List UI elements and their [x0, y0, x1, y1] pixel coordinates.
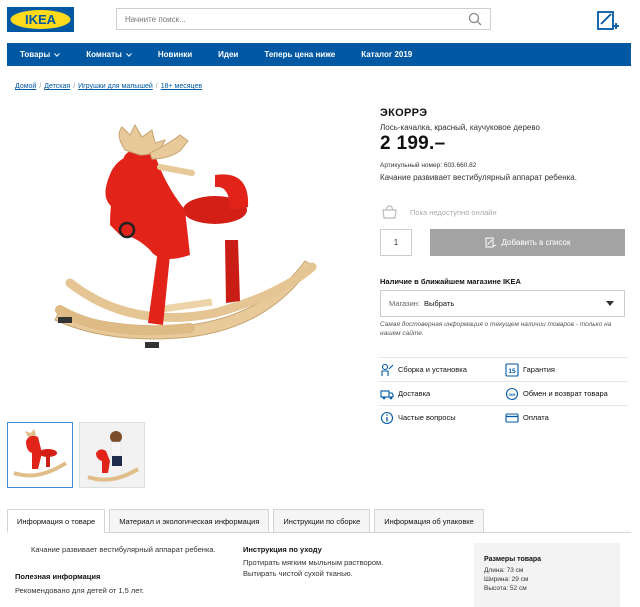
thumbnail-1[interactable]	[7, 422, 73, 488]
article-number: Артикульный номер: 603.660.82	[380, 162, 477, 169]
product-subtitle: Лось-качалка, красный, каучуковое дерево	[380, 123, 540, 132]
service-delivery[interactable]: Доставка	[378, 382, 503, 405]
search-icon[interactable]	[468, 12, 482, 26]
nav-item-products[interactable]: Товары	[7, 50, 73, 59]
product-dimensions: Размеры товара Длина: 73 см Ширина: 29 с…	[474, 543, 620, 607]
nav-item-rooms[interactable]: Комнаты	[73, 50, 145, 59]
breadcrumb-toys[interactable]: Игрушки для малышей	[78, 83, 153, 90]
add-to-list-button[interactable]: Добавить в список	[430, 229, 625, 256]
product-description: Качание развивает вестибулярный аппарат …	[31, 545, 216, 554]
store-availability-heading: Наличие в ближайшем магазине IKEA	[380, 277, 521, 286]
product-tabs: Информация о товаре Материал и экологиче…	[7, 509, 484, 533]
store-note: Самая достоверная информация о текущем н…	[380, 321, 612, 337]
svg-text:15: 15	[508, 368, 516, 375]
nav-item-label: Идеи	[218, 50, 239, 59]
tab-assembly-instructions[interactable]: Инструкции по сборке	[273, 509, 371, 533]
nav-item-label: Новинки	[157, 50, 193, 59]
nav-item-catalog[interactable]: Каталог 2019	[348, 50, 425, 59]
breadcrumb: Домой / Детская / Игрушки для малышей / …	[15, 83, 202, 90]
breadcrumb-separator: /	[155, 83, 158, 90]
breadcrumb-home[interactable]: Домой	[15, 83, 36, 90]
add-to-list-label: Добавить в список	[501, 238, 571, 247]
store-select-label: Магазин:	[389, 299, 421, 308]
service-label: Частые вопросы	[398, 413, 456, 422]
main-nav: Товары Комнаты Новинки Идеи Теперь цена …	[7, 43, 631, 66]
service-payment[interactable]: Оплата	[503, 406, 628, 429]
thumbnail-2[interactable]	[79, 422, 145, 488]
svg-text:IKEA: IKEA	[25, 12, 57, 27]
services-row: Сборка и установка 15 Гарантия	[378, 357, 628, 381]
dimension-height: Высота: 52 см	[484, 585, 527, 592]
service-label: Доставка	[398, 389, 431, 398]
breadcrumb-age[interactable]: 18+ месяцев	[161, 83, 202, 90]
breadcrumb-separator: /	[39, 83, 42, 90]
breadcrumb-kids[interactable]: Детская	[44, 83, 70, 90]
useful-info-heading: Полезная информация	[15, 572, 101, 581]
store-select-value: Выбрать	[424, 299, 455, 308]
ikea-logo[interactable]: IKEA	[7, 7, 74, 32]
tab-product-info[interactable]: Информация о товаре	[7, 509, 106, 533]
product-image[interactable]	[40, 115, 330, 365]
service-warranty[interactable]: 15 Гарантия	[503, 358, 628, 381]
product-short-description: Качание развивает вестибулярный аппарат …	[380, 173, 577, 182]
service-label: Оплата	[523, 413, 549, 422]
truck-icon	[380, 389, 394, 399]
quantity-input[interactable]: 1	[380, 229, 412, 256]
care-instruction-line: Протирать мягким мыльным раствором.	[243, 558, 384, 567]
services-grid: Сборка и установка 15 Гарантия Доставка …	[378, 357, 628, 429]
warranty-icon: 15	[505, 362, 519, 377]
service-faq[interactable]: Частые вопросы	[378, 406, 503, 429]
service-label: Сборка и установка	[398, 365, 467, 374]
dimension-length: Длина: 73 см	[484, 567, 524, 574]
assembly-icon	[381, 363, 394, 376]
store-select[interactable]: Магазин: Выбрать	[380, 290, 625, 317]
care-instructions-heading: Инструкция по уходу	[243, 545, 322, 554]
chevron-down-icon	[54, 52, 61, 57]
product-name: ЭКОРРЭ	[380, 107, 428, 119]
site-header: IKEA	[0, 0, 640, 40]
services-row: Доставка 365 Обмен и возврат товара	[378, 381, 628, 405]
online-status-text: Пока недоступно онлайн	[410, 207, 497, 217]
nav-item-label: Теперь цена ниже	[264, 50, 336, 59]
service-label: Гарантия	[523, 365, 555, 374]
thumbnail-child-image	[80, 423, 144, 487]
product-price: 2 199.–	[380, 133, 446, 154]
service-returns[interactable]: 365 Обмен и возврат товара	[503, 382, 628, 405]
chevron-down-icon	[126, 52, 132, 57]
dimensions-heading: Размеры товара	[484, 556, 542, 563]
return-icon: 365	[505, 387, 519, 400]
shopping-bag-icon	[382, 205, 397, 219]
service-label: Обмен и возврат товара	[523, 389, 608, 398]
service-assembly[interactable]: Сборка и установка	[378, 358, 503, 381]
svg-text:365: 365	[509, 392, 516, 397]
info-icon	[380, 411, 394, 424]
card-icon	[505, 412, 519, 423]
tab-materials[interactable]: Материал и экологическая информация	[109, 509, 270, 533]
search-box[interactable]	[116, 8, 491, 30]
useful-info-text: Рекомендовано для детей от 1,5 лет.	[15, 586, 144, 595]
add-to-list-icon	[485, 237, 496, 248]
online-availability: Пока недоступно онлайн	[381, 205, 497, 219]
nav-item-label: Комнаты	[86, 50, 122, 59]
breadcrumb-separator: /	[73, 83, 76, 90]
nav-item-lower-price[interactable]: Теперь цена ниже	[251, 50, 348, 59]
dropdown-arrow-icon	[606, 301, 614, 306]
thumbnail-moose-image	[13, 429, 68, 478]
nav-item-new[interactable]: Новинки	[145, 50, 205, 59]
services-row: Частые вопросы Оплата	[378, 405, 628, 429]
nav-item-label: Каталог 2019	[361, 50, 413, 59]
care-instruction-line: Вытирать чистой сухой тканью.	[243, 569, 353, 578]
shopping-list-icon[interactable]	[596, 9, 620, 33]
tab-packaging[interactable]: Информация об упаковке	[374, 509, 484, 533]
nav-item-label: Товары	[20, 50, 51, 59]
dimension-width: Ширина: 29 см	[484, 576, 529, 583]
nav-item-ideas[interactable]: Идеи	[205, 50, 251, 59]
search-input[interactable]	[117, 9, 457, 29]
